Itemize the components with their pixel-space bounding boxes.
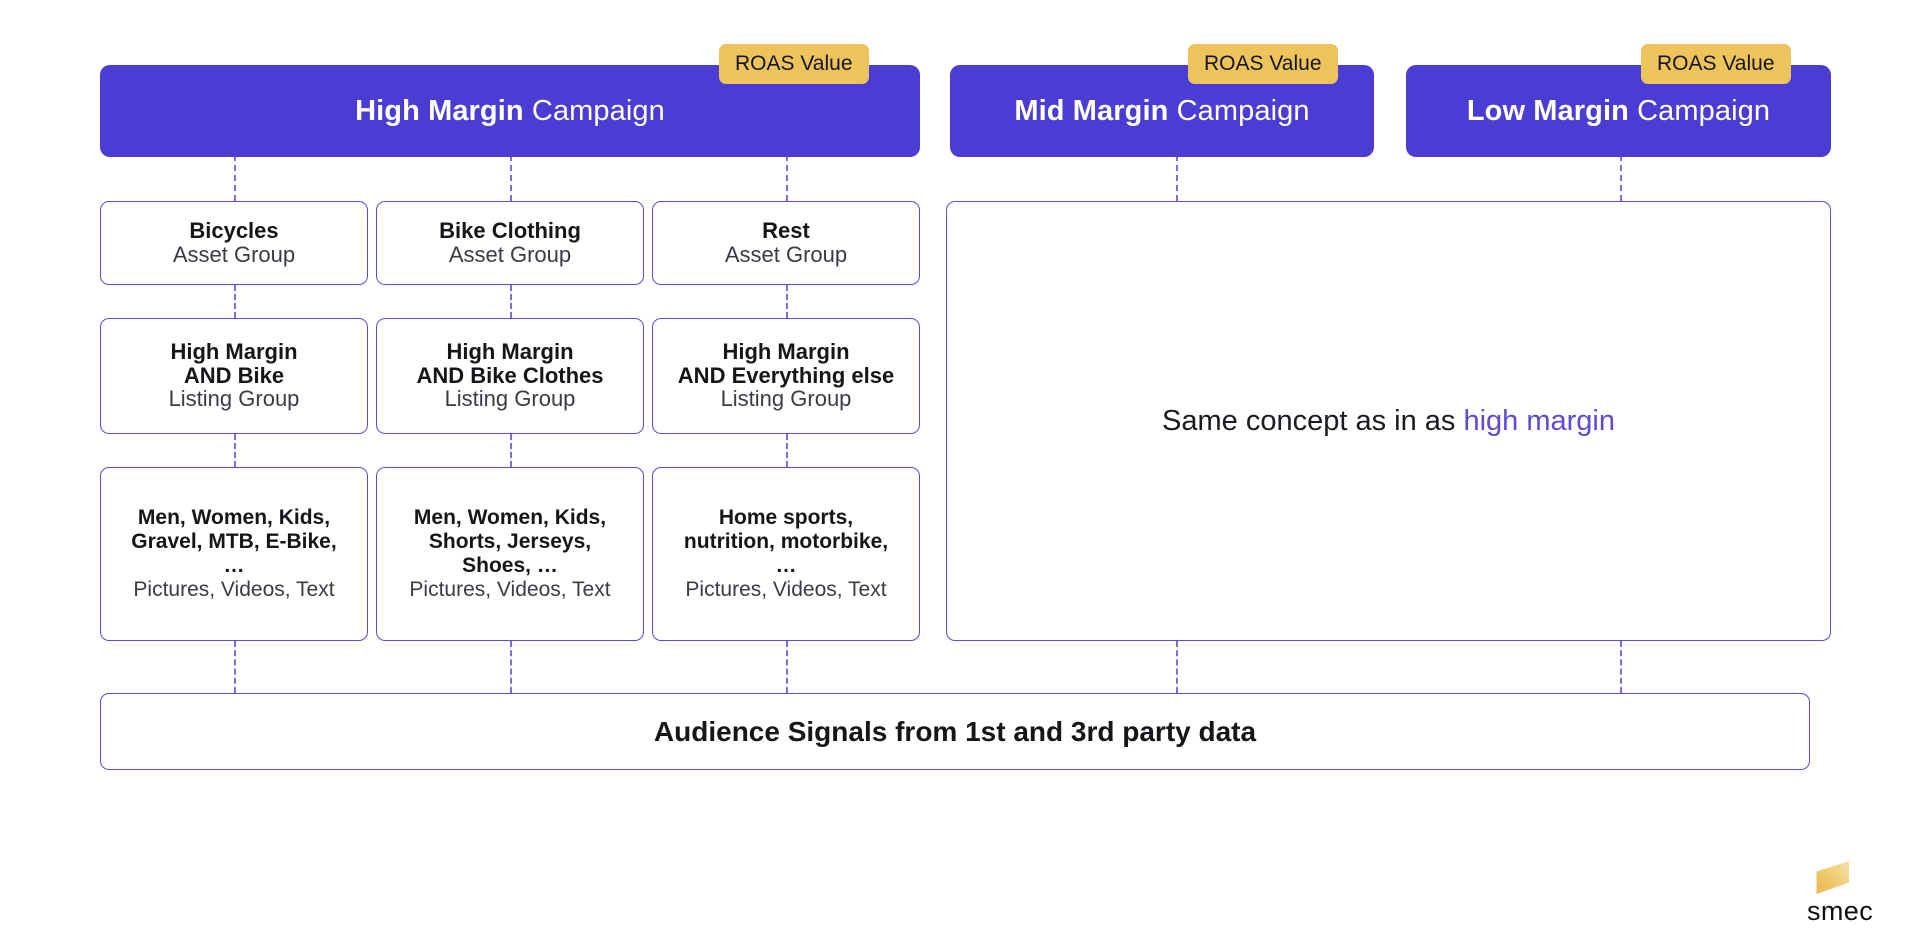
assets-line2-bike-clothing: Shorts, Jerseys, bbox=[428, 530, 592, 554]
connector-listing-to-assets-2 bbox=[510, 434, 512, 467]
campaign-name-bold-low: Low Margin bbox=[1466, 94, 1629, 127]
connector-asset-to-listing-2 bbox=[510, 285, 512, 318]
campaign-name-light-high: Campaign bbox=[531, 94, 665, 127]
connector-assets-to-audience-1 bbox=[234, 641, 236, 693]
campaign-name-bold-mid: Mid Margin bbox=[1014, 94, 1169, 127]
connector-panel-to-audience-mid bbox=[1176, 641, 1178, 693]
listing-group-line2-bike-clothes: AND Bike Clothes bbox=[416, 362, 604, 388]
assets-dots-rest: … bbox=[775, 554, 797, 577]
assets-footer-rest: Pictures, Videos, Text bbox=[685, 577, 887, 601]
campaign-title-mid-margin: Mid Margin Campaign bbox=[1014, 95, 1309, 128]
audience-signals-bar[interactable]: Audience Signals from 1st and 3rd party … bbox=[100, 693, 1810, 770]
asset-group-title-bike-clothing: Bike Clothing bbox=[439, 217, 581, 243]
campaign-name-bold-high: High Margin bbox=[355, 94, 524, 127]
asset-group-card-bicycles[interactable]: Bicycles Asset Group bbox=[100, 201, 368, 285]
asset-group-title-bicycles: Bicycles bbox=[189, 217, 279, 243]
roas-badge-label-high: ROAS Value bbox=[735, 52, 853, 75]
roas-badge-mid-margin[interactable]: ROAS Value bbox=[1188, 44, 1338, 84]
smec-logo-wordmark: smec bbox=[1807, 896, 1874, 926]
smec-logo: smec bbox=[1806, 861, 1873, 927]
same-concept-prefix: Same concept as in as bbox=[1162, 404, 1464, 437]
assets-line1-rest: Home sports, bbox=[718, 506, 854, 530]
smec-logo-mark-icon bbox=[1816, 861, 1849, 894]
assets-line3-bike-clothing: Shoes, … bbox=[462, 554, 558, 577]
asset-group-subtitle-bicycles: Asset Group bbox=[172, 241, 296, 267]
assets-dots-bicycles: … bbox=[223, 554, 245, 577]
listing-group-subtitle-bike: Listing Group bbox=[168, 386, 300, 412]
assets-card-bike-clothing[interactable]: Men, Women, Kids, Shorts, Jerseys, Shoes… bbox=[376, 467, 644, 641]
campaign-title-low-margin: Low Margin Campaign bbox=[1467, 95, 1770, 128]
assets-line2-rest: nutrition, motorbike, bbox=[683, 530, 889, 554]
connector-low-header-to-panel bbox=[1620, 155, 1622, 201]
connector-asset-to-listing-1 bbox=[234, 285, 236, 318]
assets-footer-bicycles: Pictures, Videos, Text bbox=[133, 577, 335, 601]
same-concept-text: Same concept as in as high margin bbox=[1162, 405, 1615, 438]
asset-group-title-rest: Rest bbox=[762, 217, 810, 243]
asset-group-subtitle-bike-clothing: Asset Group bbox=[448, 241, 572, 267]
assets-card-bicycles[interactable]: Men, Women, Kids, Gravel, MTB, E-Bike, …… bbox=[100, 467, 368, 641]
connector-panel-to-audience-low bbox=[1620, 641, 1622, 693]
connector-assets-to-audience-2 bbox=[510, 641, 512, 693]
connector-listing-to-assets-1 bbox=[234, 434, 236, 467]
roas-badge-label-mid: ROAS Value bbox=[1204, 52, 1322, 75]
listing-group-card-bike-clothes[interactable]: High Margin AND Bike Clothes Listing Gro… bbox=[376, 318, 644, 434]
listing-group-subtitle-everything-else: Listing Group bbox=[720, 386, 852, 412]
asset-group-subtitle-rest: Asset Group bbox=[724, 241, 848, 267]
same-concept-panel[interactable]: Same concept as in as high margin bbox=[946, 201, 1831, 641]
connector-header-to-asset-3 bbox=[786, 155, 788, 201]
connector-header-to-asset-2 bbox=[510, 155, 512, 201]
listing-group-card-bike[interactable]: High Margin AND Bike Listing Group bbox=[100, 318, 368, 434]
connector-asset-to-listing-3 bbox=[786, 285, 788, 318]
listing-group-subtitle-bike-clothes: Listing Group bbox=[444, 386, 576, 412]
listing-group-line2-everything-else: AND Everything else bbox=[677, 362, 895, 388]
roas-badge-high-margin[interactable]: ROAS Value bbox=[719, 44, 869, 84]
roas-badge-label-low: ROAS Value bbox=[1657, 52, 1775, 75]
listing-group-line2-bike: AND Bike bbox=[183, 362, 285, 388]
asset-group-card-rest[interactable]: Rest Asset Group bbox=[652, 201, 920, 285]
listing-group-card-everything-else[interactable]: High Margin AND Everything else Listing … bbox=[652, 318, 920, 434]
listing-group-line1-bike-clothes: High Margin bbox=[446, 338, 574, 364]
audience-signals-label: Audience Signals from 1st and 3rd party … bbox=[653, 715, 1257, 747]
assets-line1-bike-clothing: Men, Women, Kids, bbox=[413, 506, 607, 530]
roas-badge-low-margin[interactable]: ROAS Value bbox=[1641, 44, 1791, 84]
asset-group-card-bike-clothing[interactable]: Bike Clothing Asset Group bbox=[376, 201, 644, 285]
assets-line1-bicycles: Men, Women, Kids, bbox=[137, 506, 331, 530]
assets-footer-bike-clothing: Pictures, Videos, Text bbox=[409, 577, 611, 601]
connector-header-to-asset-1 bbox=[234, 155, 236, 201]
campaign-name-light-mid: Campaign bbox=[1176, 94, 1310, 127]
connector-mid-header-to-panel bbox=[1176, 155, 1178, 201]
listing-group-line1-everything-else: High Margin bbox=[722, 338, 850, 364]
connector-assets-to-audience-3 bbox=[786, 641, 788, 693]
same-concept-link[interactable]: high margin bbox=[1463, 405, 1615, 437]
campaign-title-high-margin: High Margin Campaign bbox=[355, 95, 665, 128]
assets-line2-bicycles: Gravel, MTB, E-Bike, bbox=[131, 530, 337, 554]
diagram-canvas: High Margin Campaign ROAS Value Mid Marg… bbox=[0, 0, 1920, 950]
assets-card-rest[interactable]: Home sports, nutrition, motorbike, … Pic… bbox=[652, 467, 920, 641]
connector-listing-to-assets-3 bbox=[786, 434, 788, 467]
listing-group-line1-bike: High Margin bbox=[170, 338, 298, 364]
campaign-name-light-low: Campaign bbox=[1637, 94, 1771, 127]
